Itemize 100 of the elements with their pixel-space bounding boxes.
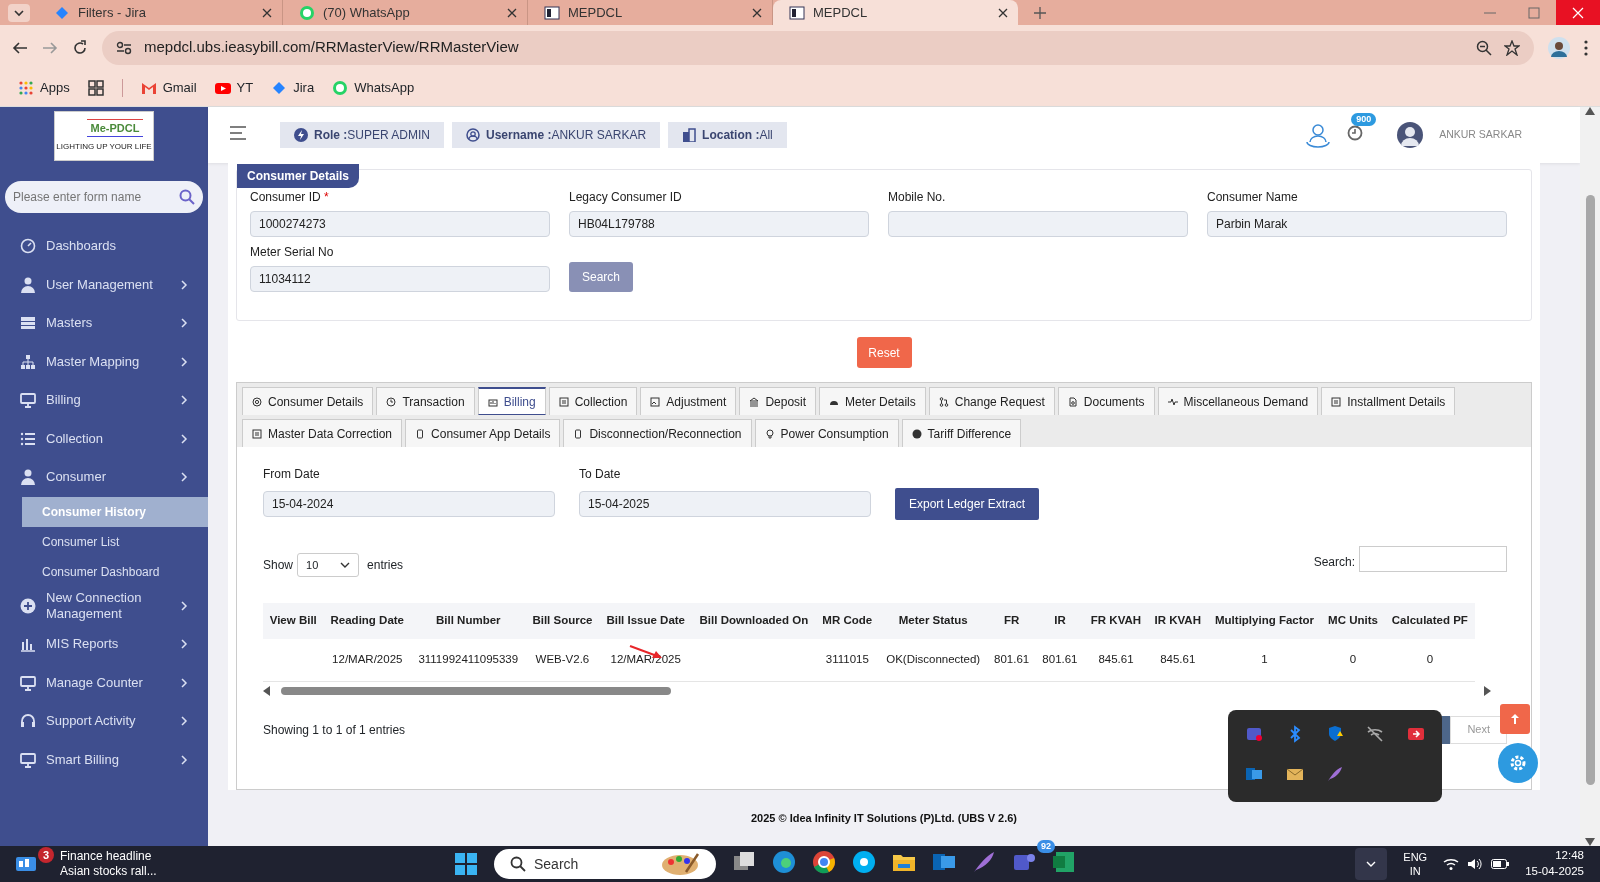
column-header[interactable]: Bill Number	[411, 603, 526, 639]
column-header[interactable]: FR KVAH	[1084, 603, 1148, 639]
bookmark-link[interactable]: Gmail	[140, 78, 197, 98]
bookmark-link[interactable]: Apps	[18, 78, 70, 98]
close-icon[interactable]	[752, 7, 762, 18]
scroll-top-button[interactable]	[1500, 704, 1530, 734]
input-field[interactable]: HB04L179788	[569, 211, 869, 237]
sidebar-item[interactable]: Support Activity	[0, 702, 208, 741]
tab[interactable]: Installment Details	[1321, 387, 1456, 415]
clock-icon[interactable]	[1347, 124, 1364, 141]
tab[interactable]: Consumer App Details	[405, 419, 561, 447]
column-header[interactable]: View Bill	[263, 603, 324, 639]
tab[interactable]: Transaction	[376, 387, 475, 415]
feather-icon[interactable]	[972, 849, 996, 874]
input-field[interactable]: 11034112	[250, 266, 550, 292]
date-field[interactable]: 15-04-2024	[263, 491, 555, 517]
clock[interactable]: 12:48 15-04-2025	[1525, 848, 1584, 880]
column-header[interactable]: MC Units	[1321, 603, 1385, 639]
dropdown-icon[interactable]	[8, 3, 30, 22]
tab[interactable]: Meter Details	[819, 387, 926, 415]
star-icon[interactable]	[1504, 39, 1520, 56]
sidebar-item[interactable]: Collection	[0, 419, 208, 458]
scrollbar-thumb[interactable]	[1585, 195, 1595, 785]
shield-icon[interactable]	[1326, 724, 1344, 743]
tab-groups-icon[interactable]	[87, 80, 104, 96]
tab[interactable]: Billing	[477, 387, 546, 415]
column-header[interactable]: Calculated PF	[1384, 603, 1475, 639]
browser-icon[interactable]	[772, 849, 796, 874]
column-header[interactable]: FR	[987, 603, 1036, 639]
sidebar-item[interactable]: User Management	[0, 265, 208, 304]
column-header[interactable]: Meter Status	[878, 603, 988, 639]
profile-avatar-icon[interactable]	[1548, 36, 1570, 59]
sidebar-item[interactable]: Manage Counter	[0, 663, 208, 702]
tab[interactable]: Change Request	[928, 387, 1055, 415]
more-icon[interactable]	[1584, 39, 1588, 56]
scrollbar-thumb[interactable]	[281, 686, 671, 695]
user-sync-icon[interactable]	[1305, 122, 1332, 148]
column-header[interactable]: Bill Source	[525, 603, 600, 639]
tab[interactable]: Collection	[548, 387, 638, 415]
zoom-icon[interactable]	[1476, 39, 1492, 56]
taskbar-search[interactable]: Search	[494, 849, 716, 879]
input-field[interactable]	[888, 211, 1188, 237]
search-icon[interactable]	[179, 189, 195, 205]
sidebar-item[interactable]: MIS Reports	[0, 625, 208, 664]
table-search-field[interactable]	[1359, 546, 1507, 572]
back-icon[interactable]	[12, 39, 28, 56]
tab[interactable]: Consumer Details	[242, 387, 374, 415]
bookmark-link[interactable]: WhatsApp	[332, 78, 415, 98]
search-field[interactable]: Please enter form name	[5, 181, 203, 213]
sidebar-item[interactable]: Billing	[0, 381, 208, 420]
reload-icon[interactable]	[72, 39, 88, 56]
chrome-icon[interactable]	[812, 849, 836, 874]
menu-icon[interactable]	[230, 125, 248, 140]
column-header[interactable]: Bill Issue Date	[599, 603, 693, 639]
news-headline[interactable]: Finance headline Asian stocks rall...	[60, 849, 157, 879]
sidebar-item[interactable]: Masters	[0, 304, 208, 343]
chat-bubble-icon[interactable]	[852, 849, 876, 874]
column-header[interactable]: IR KVAH	[1147, 603, 1208, 639]
column-header[interactable]: Multiplying Factor	[1207, 603, 1322, 639]
tab[interactable]: Tariff Difference	[901, 419, 1022, 447]
tab[interactable]: Deposit	[739, 387, 817, 415]
column-header[interactable]: IR	[1035, 603, 1085, 639]
plus-icon[interactable]	[1034, 6, 1046, 19]
sidebar-item[interactable]: New Connection Management	[0, 586, 208, 625]
column-header[interactable]: MR Code	[815, 603, 879, 639]
user-name[interactable]: ANKUR SARKAR	[1439, 127, 1522, 143]
sidebar-subitem[interactable]: Consumer Dashboard	[0, 556, 208, 587]
sidebar-item[interactable]: Master Mapping	[0, 342, 208, 381]
start-icon[interactable]	[454, 852, 478, 876]
speaker-icon[interactable]	[1467, 857, 1484, 871]
close-icon[interactable]	[262, 7, 272, 18]
avatar-icon[interactable]	[1397, 122, 1424, 148]
close-icon[interactable]	[507, 7, 517, 18]
column-header[interactable]: Bill Downloaded On	[692, 603, 816, 639]
browser-tab[interactable]: MEPDCL	[773, 0, 1018, 25]
export-button[interactable]: Export Ledger Extract	[895, 488, 1040, 520]
sidebar-item[interactable]: Consumer	[0, 458, 208, 497]
scroll-right-icon[interactable]	[1483, 685, 1491, 696]
sidebar-subitem[interactable]: Consumer List	[0, 526, 208, 557]
sidebar-item[interactable]: Dashboards	[0, 227, 208, 266]
tab[interactable]: Master Data Correction	[242, 419, 403, 447]
sidebar-item[interactable]: Smart Billing	[0, 740, 208, 779]
tab[interactable]: Power Consumption	[754, 419, 899, 447]
wifi-icon[interactable]	[1443, 857, 1460, 871]
spreadsheet-icon[interactable]	[1052, 849, 1076, 874]
chevron-up-icon[interactable]	[1366, 861, 1377, 867]
language-indicator[interactable]: ENG IN	[1403, 849, 1428, 879]
close-icon[interactable]	[998, 7, 1008, 18]
input-field[interactable]: Parbin Marak	[1207, 211, 1507, 237]
address-bar[interactable]: mepdcl.ubs.ieasybill.com/RRMasterView/RRMasterView	[102, 30, 1534, 65]
date-field[interactable]: 15-04-2025	[579, 491, 871, 517]
bookmark-link[interactable]: YT	[214, 78, 254, 98]
feather-icon[interactable]	[1326, 764, 1344, 783]
page-size-select[interactable]: 10	[297, 553, 360, 577]
input-field[interactable]: 1000274273	[250, 211, 550, 237]
battery-icon[interactable]	[1491, 859, 1510, 869]
wifi-off-icon[interactable]	[1366, 724, 1385, 743]
tab[interactable]: Adjustment	[640, 387, 737, 415]
bookmark-link[interactable]: Jira	[271, 78, 315, 98]
scroll-left-icon[interactable]	[263, 685, 271, 696]
